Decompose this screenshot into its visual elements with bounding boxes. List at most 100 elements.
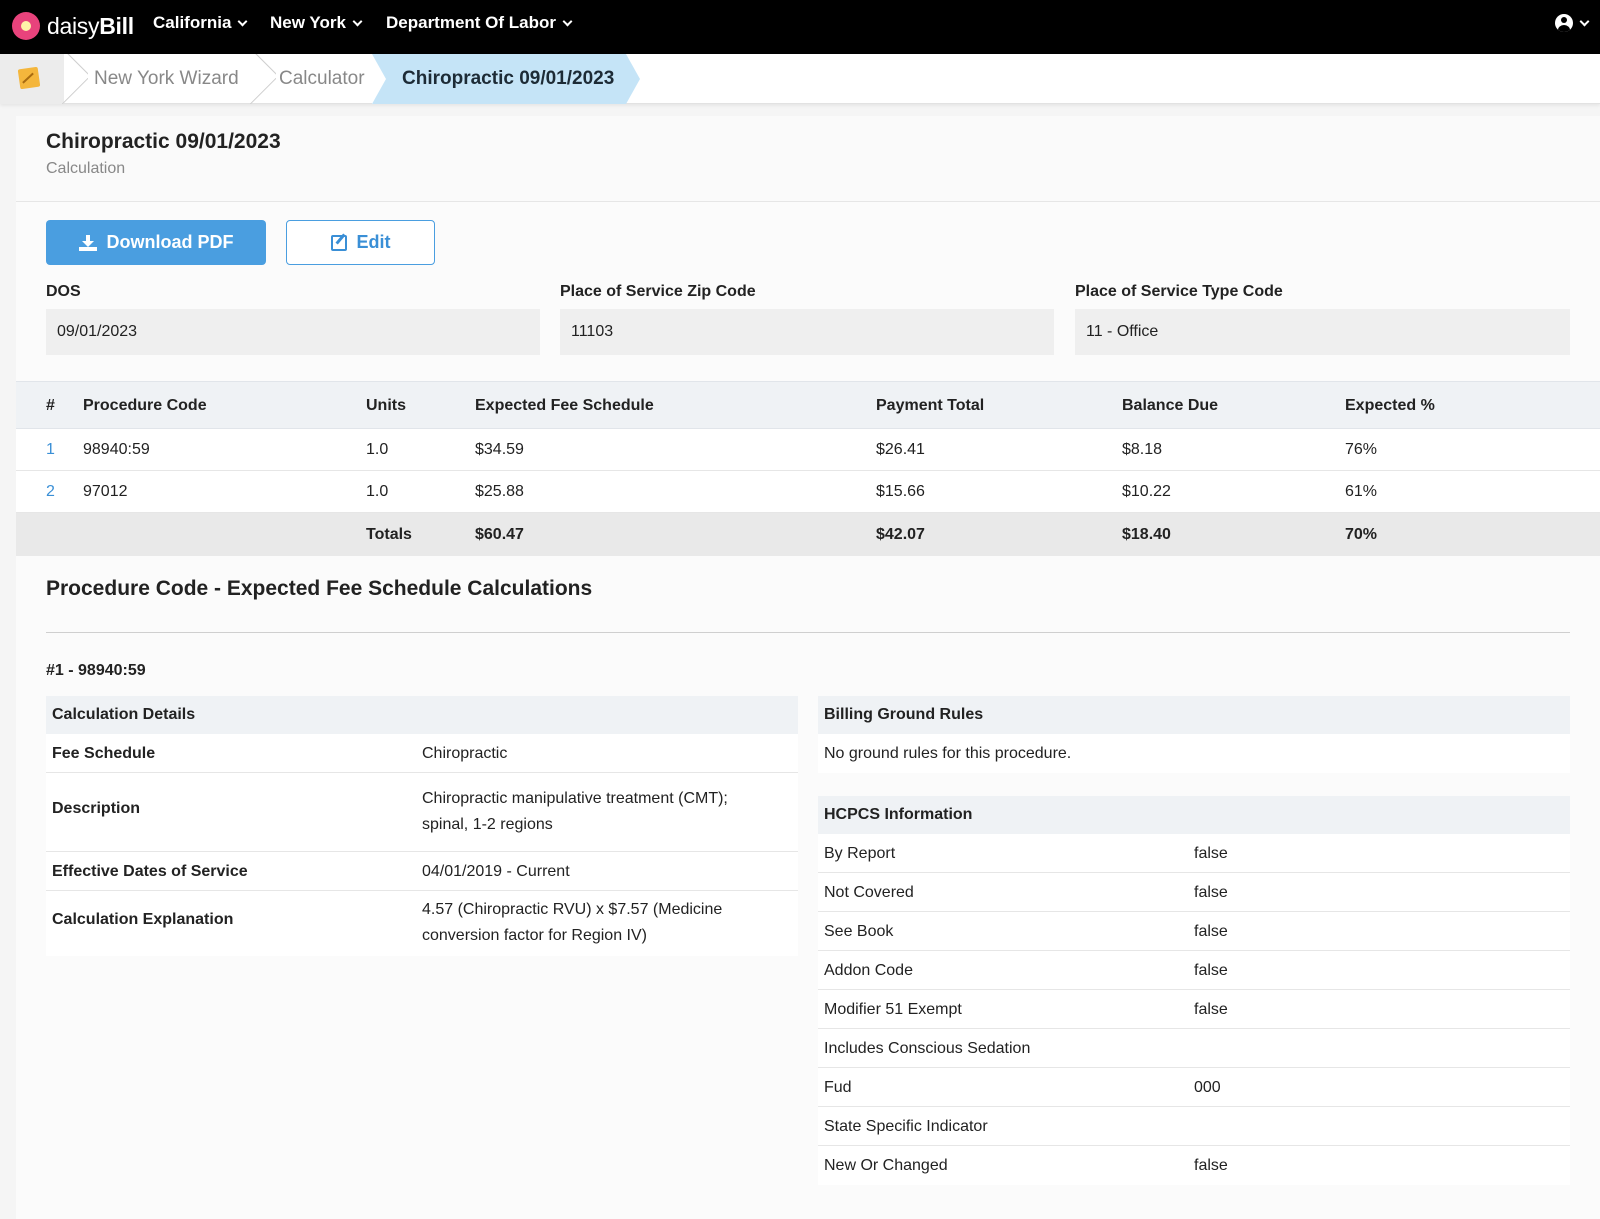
detail-label: Fee Schedule (52, 745, 156, 762)
units: 1.0 (366, 483, 389, 500)
type-code-label: Place of Service Type Code (1075, 283, 1283, 300)
hcpcs-label: See Book (824, 923, 894, 940)
hcpcs-row: Includes Conscious Sedation (818, 1029, 1570, 1068)
payment-total: $15.66 (876, 483, 925, 500)
calculation-details-heading: Calculation Details (46, 696, 798, 734)
hcpcs-row: State Specific Indicator (818, 1107, 1570, 1146)
total-balance: $18.40 (1122, 526, 1171, 543)
col-procedure-code: Procedure Code (83, 397, 207, 414)
nav-department-of-labor-label: Department Of Labor (386, 13, 557, 32)
nav-department-of-labor[interactable]: Department Of Labor (386, 13, 573, 33)
hcpcs-value: false (1194, 1157, 1228, 1174)
hcpcs-label: Fud (824, 1079, 852, 1096)
card-header: Chiropractic 09/01/2023 Calculation (16, 116, 1600, 202)
procedure-table-header: # Procedure Code Units Expected Fee Sche… (16, 381, 1600, 429)
zip-label: Place of Service Zip Code (560, 283, 756, 300)
table-totals-row: Totals $60.47 $42.07 $18.40 70% (16, 513, 1600, 556)
col-units: Units (366, 397, 406, 414)
total-payment: $42.07 (876, 526, 925, 543)
hcpcs-value: 000 (1194, 1079, 1221, 1096)
edit-button[interactable]: Edit (286, 220, 435, 265)
dos-field: 09/01/2023 (46, 309, 540, 355)
detail-row: Fee Schedule Chiropractic (46, 734, 798, 773)
user-menu[interactable] (1555, 14, 1590, 32)
total-expected-pct: 70% (1345, 526, 1378, 543)
balance-due: $10.22 (1122, 483, 1171, 500)
detail-label: Effective Dates of Service (52, 863, 248, 880)
hcpcs-label: Includes Conscious Sedation (824, 1040, 1031, 1057)
page-title: Chiropractic 09/01/2023 (46, 130, 281, 153)
hcpcs-row: See Book false (818, 912, 1570, 951)
detail-row: Effective Dates of Service 04/01/2019 - … (46, 852, 798, 891)
row-number-link[interactable]: 1 (46, 429, 55, 471)
row-number-link[interactable]: 2 (46, 471, 55, 513)
table-row: 1 98940:59 1.0 $34.59 $26.41 $8.18 76% (16, 429, 1600, 471)
chevron-down-icon (237, 16, 248, 26)
hcpcs-row: Modifier 51 Exempt false (818, 990, 1570, 1029)
detail-value: 04/01/2019 - Current (422, 863, 570, 880)
hcpcs-label: Not Covered (824, 884, 914, 901)
breadcrumb-home[interactable] (0, 54, 64, 104)
procedure-code: 98940:59 (83, 441, 150, 458)
breadcrumb-separator (62, 54, 88, 104)
hcpcs-label: By Report (824, 845, 896, 862)
col-number: # (46, 397, 55, 414)
detail-value: Chiropractic (422, 745, 508, 762)
daisybill-logo[interactable]: daisyBill (12, 10, 134, 42)
daisy-flower-icon (12, 12, 40, 40)
chevron-down-icon (562, 16, 573, 26)
download-pdf-button[interactable]: Download PDF (46, 220, 266, 265)
zip-field: 11103 (560, 309, 1054, 355)
detail-row: Calculation Explanation 4.57 (Chiropract… (46, 891, 798, 956)
breadcrumb-calculator[interactable]: Calculator (279, 54, 365, 104)
detail-label: Description (52, 800, 141, 817)
calculation-card: Chiropractic 09/01/2023 Calculation Down… (16, 116, 1600, 1219)
nav-california-label: California (153, 13, 232, 32)
breadcrumb-separator (250, 54, 276, 104)
chevron-down-icon (352, 16, 363, 26)
edit-icon (330, 234, 347, 251)
hcpcs-row: Not Covered false (818, 873, 1570, 912)
detail-row: Description Chiropractic manipulative tr… (46, 773, 798, 852)
hcpcs-label: Modifier 51 Exempt (824, 1001, 962, 1018)
total-expected-fee: $60.47 (475, 526, 524, 543)
top-navbar: daisyBill California New York Department… (0, 0, 1600, 54)
nav-california[interactable]: California (153, 13, 248, 33)
notepad-icon (17, 66, 41, 90)
hcpcs-row: By Report false (818, 834, 1570, 873)
breadcrumb-new-york-wizard[interactable]: New York Wizard (94, 54, 239, 104)
download-icon (78, 234, 97, 251)
expected-pct: 61% (1345, 483, 1378, 500)
type-code-field: 11 - Office (1075, 309, 1570, 355)
billing-ground-rules-heading: Billing Ground Rules (818, 696, 1570, 734)
ground-rules-text: No ground rules for this procedure. (824, 745, 1072, 762)
col-balance-due: Balance Due (1122, 397, 1219, 414)
col-expected-fee: Expected Fee Schedule (475, 397, 654, 414)
units: 1.0 (366, 441, 389, 458)
hcpcs-label: Addon Code (824, 962, 913, 979)
download-pdf-label: Download PDF (106, 232, 234, 252)
expected-fee: $34.59 (475, 441, 524, 458)
ground-rules-row: No ground rules for this procedure. (818, 734, 1570, 773)
logo-text: daisyBill (47, 12, 134, 39)
payment-total: $26.41 (876, 441, 925, 458)
hcpcs-value: false (1194, 1001, 1228, 1018)
calculations-section-title: Procedure Code - Expected Fee Schedule C… (46, 577, 593, 600)
user-icon (1555, 14, 1573, 32)
col-expected-pct: Expected % (1345, 397, 1435, 414)
section-divider (46, 632, 1570, 633)
detail-value: 4.57 (Chiropractic RVU) x $7.57 (Medicin… (422, 901, 723, 944)
dos-label: DOS (46, 283, 81, 300)
edit-label: Edit (356, 232, 391, 252)
expected-fee: $25.88 (475, 483, 524, 500)
nav-new-york-label: New York (270, 13, 346, 32)
hcpcs-row: Fud 000 (818, 1068, 1570, 1107)
procedure-heading: #1 - 98940:59 (46, 662, 146, 679)
procedure-code: 97012 (83, 483, 128, 500)
col-payment-total: Payment Total (876, 397, 985, 414)
hcpcs-row: New Or Changed false (818, 1146, 1570, 1185)
totals-label: Totals (366, 526, 412, 543)
nav-new-york[interactable]: New York (270, 13, 363, 33)
hcpcs-row: Addon Code false (818, 951, 1570, 990)
hcpcs-value: false (1194, 845, 1228, 862)
